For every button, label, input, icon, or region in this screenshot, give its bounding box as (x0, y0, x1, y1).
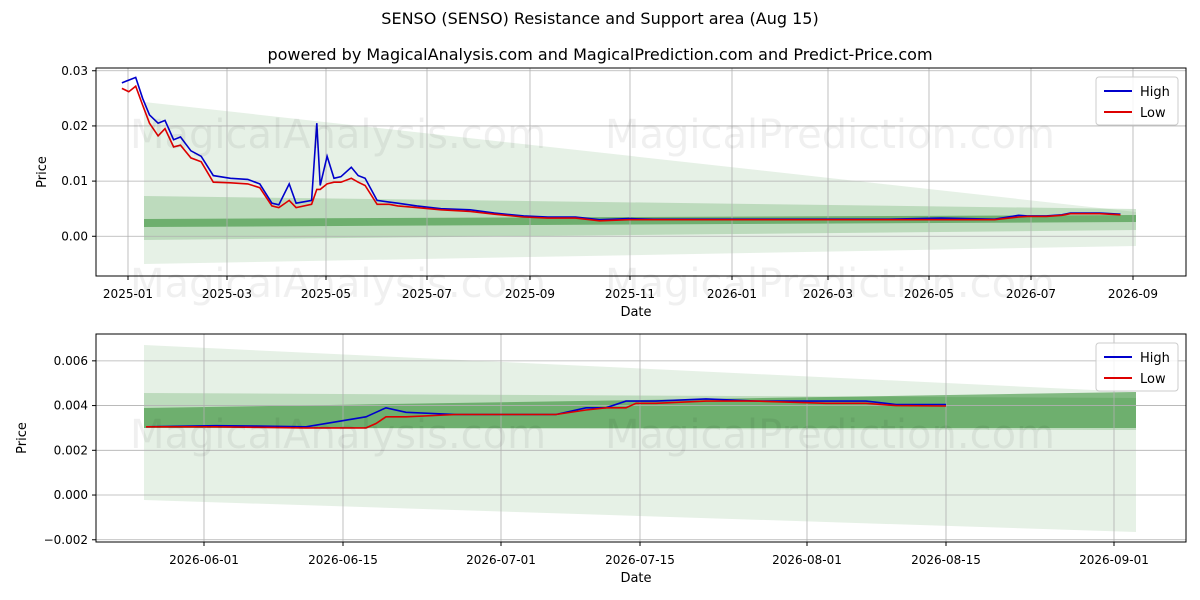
x-tick-label: 2026-05 (904, 287, 954, 301)
x-tick-label: 2026-09 (1108, 287, 1158, 301)
x-tick-label: 2026-08-01 (772, 553, 842, 567)
y-tick-label: 0.004 (54, 399, 88, 413)
chart-canvas: MagicalAnalysis.com MagicalPrediction.com… (15, 64, 1187, 586)
legend-label-high: High (1140, 351, 1170, 366)
legend: High Low (1095, 76, 1179, 126)
y-tick-label: 0.01 (61, 174, 88, 188)
y-tick-label: 0.00 (61, 229, 88, 243)
x-tick-label: 2026-07-01 (466, 553, 536, 567)
x-tick-label: 2026-06-01 (169, 553, 239, 567)
x-tick-label: 2026-08-15 (911, 553, 981, 567)
plot-area (96, 68, 1186, 276)
y-axis-label: Price (35, 156, 50, 188)
legend-label-high: High (1140, 85, 1170, 100)
y-tick-label: 0.03 (61, 64, 88, 78)
x-tick-label: 2025-11 (605, 287, 655, 301)
x-tick-label: 2025-05 (301, 287, 351, 301)
x-axis-label: Date (620, 571, 651, 586)
chart-panel-2: MagicalAnalysis.com MagicalPrediction.com… (15, 333, 1187, 586)
y-tick-label: −0.002 (44, 533, 88, 547)
chart-panel-1: MagicalAnalysis.com MagicalPrediction.com… (35, 64, 1187, 320)
x-tick-label: 2026-01 (707, 287, 757, 301)
x-tick-label: 2026-06-15 (308, 553, 378, 567)
x-tick-label: 2025-03 (202, 287, 252, 301)
watermark-text: MagicalAnalysis.com (130, 112, 546, 158)
watermark-text: MagicalPrediction.com (605, 412, 1055, 458)
y-tick-label: 0.002 (54, 443, 88, 457)
x-tick-label: 2025-07 (402, 287, 452, 301)
watermark-text: MagicalAnalysis.com (130, 412, 546, 458)
y-tick-label: 0.000 (54, 488, 88, 502)
y-axis-label: Price (15, 422, 30, 454)
y-tick-label: 0.006 (54, 354, 88, 368)
legend: High Low (1095, 342, 1179, 392)
y-tick-label: 0.02 (61, 119, 88, 133)
x-tick-label: 2026-07-15 (605, 553, 675, 567)
x-tick-label: 2025-09 (505, 287, 555, 301)
watermark-text: MagicalPrediction.com (605, 112, 1055, 158)
x-tick-label: 2025-01 (103, 287, 153, 301)
legend-label-low: Low (1140, 372, 1166, 387)
x-axis-label: Date (620, 305, 651, 320)
legend-label-low: Low (1140, 106, 1166, 121)
x-tick-label: 2026-09-01 (1079, 553, 1149, 567)
x-tick-label: 2026-07 (1006, 287, 1056, 301)
x-tick-label: 2026-03 (803, 287, 853, 301)
